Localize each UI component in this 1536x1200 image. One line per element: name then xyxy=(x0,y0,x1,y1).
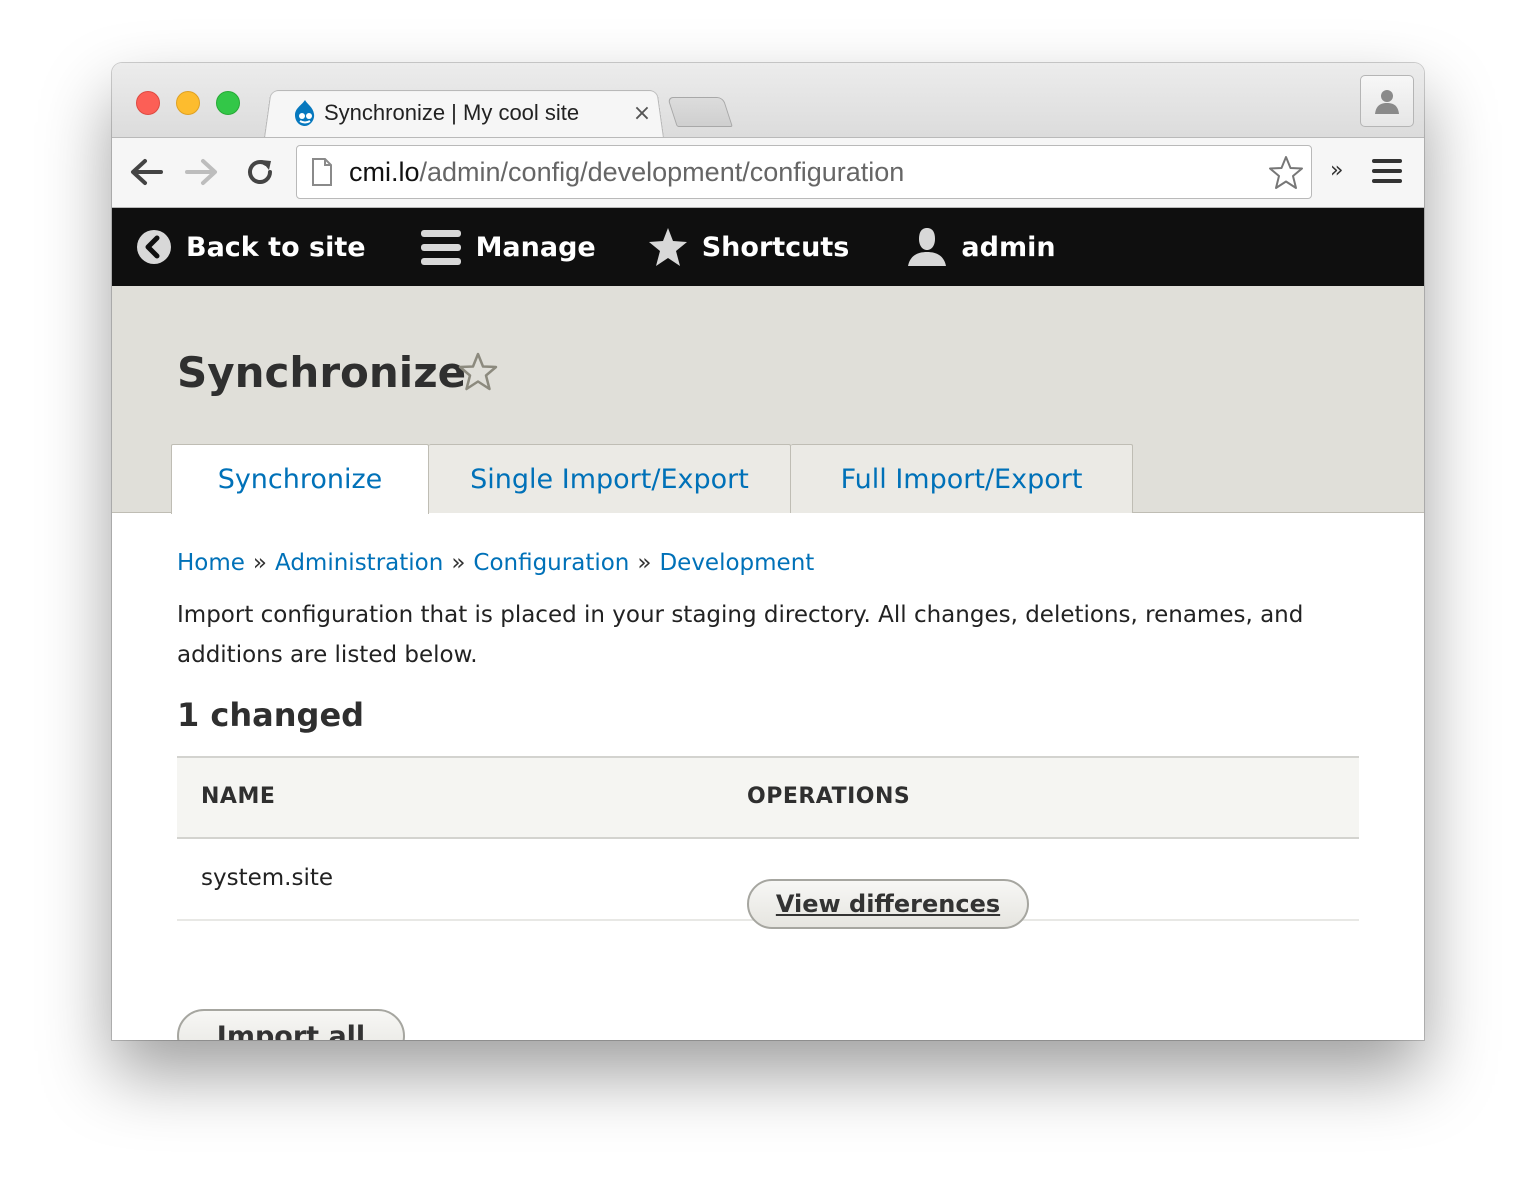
changes-table: NAME OPERATIONS system.site View differe… xyxy=(177,756,1359,929)
person-icon xyxy=(1375,90,1399,114)
browser-toolbar: cmi.lo/admin/config/development/configur… xyxy=(112,137,1424,208)
browser-tabstrip: Synchronize | My cool site × xyxy=(112,63,1424,138)
breadcrumb-development[interactable]: Development xyxy=(659,550,814,576)
minimize-window-button[interactable] xyxy=(176,91,200,115)
page-description: Import configuration that is placed in y… xyxy=(177,602,1304,668)
page-icon xyxy=(312,158,332,186)
tab-single-import-export[interactable]: Single Import/Export xyxy=(429,444,791,513)
back-to-site-label: Back to site xyxy=(186,231,366,263)
arrow-left-icon xyxy=(131,159,163,185)
user-label: admin xyxy=(961,231,1056,263)
browser-tab-title: Synchronize | My cool site xyxy=(324,100,580,125)
tab-full-import-export[interactable]: Full Import/Export xyxy=(791,444,1133,513)
shortcuts-label: Shortcuts xyxy=(701,231,850,263)
primary-tabs: Synchronize Single Import/Export Full Im… xyxy=(171,444,1133,514)
reload-icon xyxy=(248,160,272,184)
page-header: Synchronize Synchronize Single Import/Ex… xyxy=(112,286,1424,514)
url-path: /admin/config/development/configuration xyxy=(419,157,905,187)
new-tab-button[interactable] xyxy=(667,97,733,127)
breadcrumb-separator: » xyxy=(252,550,267,576)
url-text[interactable]: cmi.lo/admin/config/development/configur… xyxy=(349,157,904,188)
changed-heading: 1 changed xyxy=(177,696,365,734)
table-row: system.site View differences xyxy=(177,839,1359,929)
column-header-name: NAME xyxy=(201,784,276,809)
import-all-button[interactable]: Import all xyxy=(177,1009,405,1040)
user-menu[interactable]: admin xyxy=(877,208,1083,286)
chevron-left-circle-icon xyxy=(137,230,171,264)
config-name-cell: system.site xyxy=(201,865,334,891)
user-icon xyxy=(908,228,947,266)
browser-tab-content[interactable]: Synchronize | My cool site × xyxy=(290,93,656,133)
back-to-site-link[interactable]: Back to site xyxy=(112,208,396,286)
url-host: cmi.lo xyxy=(349,157,420,187)
breadcrumb: Home » Administration » Configuration » Develo… xyxy=(177,550,814,576)
column-header-operations: OPERATIONS xyxy=(747,784,911,809)
breadcrumb-home[interactable]: Home xyxy=(177,550,245,576)
shortcuts-menu[interactable]: Shortcuts xyxy=(624,208,878,286)
back-button[interactable] xyxy=(126,152,166,192)
star-icon xyxy=(648,228,687,266)
breadcrumb-configuration[interactable]: Configuration xyxy=(473,550,629,576)
page-title: Synchronize xyxy=(177,348,467,397)
table-header: NAME OPERATIONS xyxy=(177,756,1359,839)
tab-synchronize[interactable]: Synchronize xyxy=(171,444,429,514)
tab-close-icon[interactable]: × xyxy=(628,101,656,126)
breadcrumb-administration[interactable]: Administration xyxy=(275,550,443,576)
manage-menu[interactable]: Manage xyxy=(396,208,624,286)
hamburger-icon xyxy=(420,230,461,265)
manage-label: Manage xyxy=(475,231,596,263)
breadcrumb-separator: » xyxy=(637,550,652,576)
zoom-window-button[interactable] xyxy=(216,91,240,115)
view-differences-button[interactable]: View differences xyxy=(747,879,1029,929)
browser-window: Synchronize | My cool site × cmi.lo/admi… xyxy=(112,63,1424,1040)
breadcrumb-separator: » xyxy=(451,550,466,576)
browser-menu-icon[interactable] xyxy=(1370,156,1404,186)
drupal-favicon-icon xyxy=(295,100,315,126)
forward-button[interactable] xyxy=(182,152,222,192)
arrow-right-icon xyxy=(185,159,217,185)
admin-toolbar: Back to site Manage Shortcuts admin xyxy=(112,208,1424,286)
bookmark-star-icon[interactable] xyxy=(1267,154,1305,192)
extensions-overflow-icon[interactable]: » xyxy=(1330,158,1343,183)
profile-button[interactable] xyxy=(1360,75,1414,127)
close-window-button[interactable] xyxy=(136,91,160,115)
shortcut-star-icon[interactable] xyxy=(458,352,498,392)
address-bar[interactable]: cmi.lo/admin/config/development/configur… xyxy=(296,145,1312,199)
reload-button[interactable] xyxy=(240,152,280,192)
